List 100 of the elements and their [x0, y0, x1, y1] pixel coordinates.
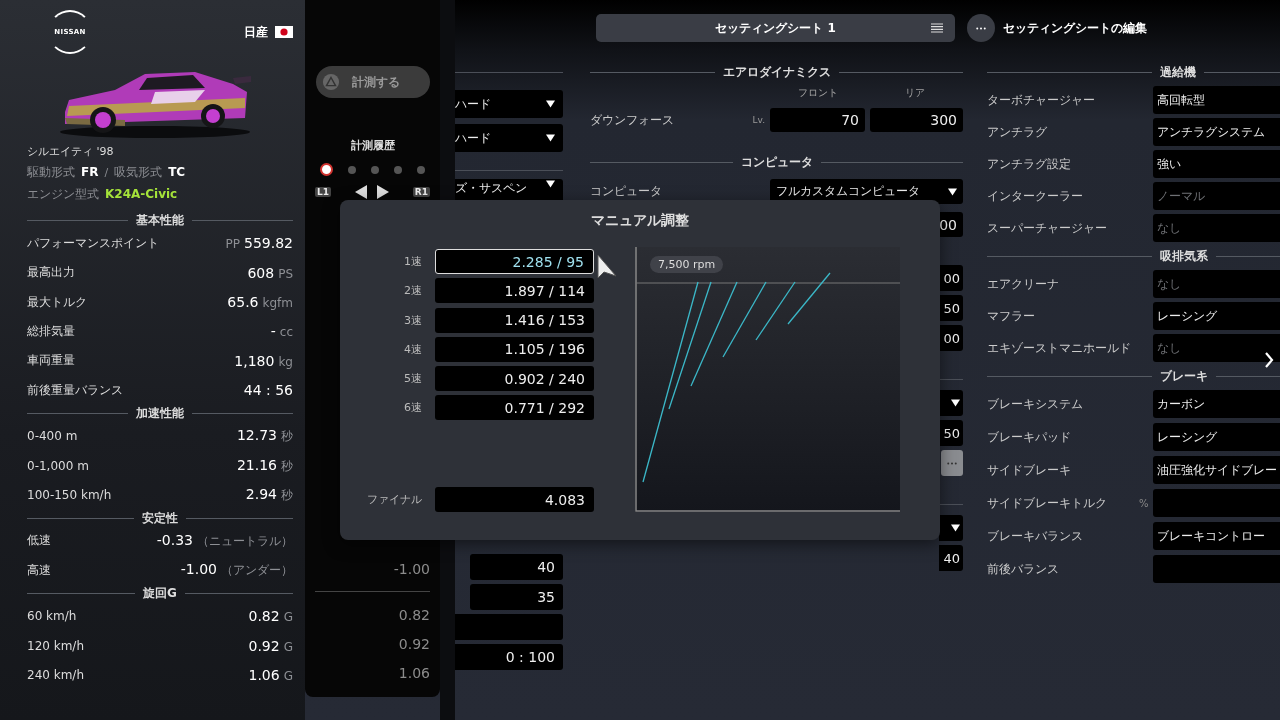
- gear-ratio-field[interactable]: 0.771 / 292: [435, 395, 594, 421]
- input-field[interactable]: 300: [870, 108, 963, 132]
- unit-label: PP: [225, 237, 240, 252]
- unit-label: PS: [278, 266, 293, 281]
- unit-label: kg: [278, 354, 293, 369]
- stat-value: 44 : 56: [243, 382, 293, 399]
- gear-ratio-field[interactable]: 1.416 / 153: [435, 307, 594, 333]
- setting-label: サイドブレーキトルク: [987, 494, 1108, 512]
- setting-value[interactable]: カーボン: [1153, 390, 1280, 418]
- shoulder-key[interactable]: L1: [315, 187, 331, 197]
- more-icon: [947, 461, 957, 465]
- engine-value: K24A-Civic: [105, 187, 178, 201]
- setting-label: ターボチャージャー: [987, 91, 1096, 109]
- caret-icon: [948, 187, 957, 196]
- more-button[interactable]: [941, 450, 963, 476]
- arrow-right-icon[interactable]: [376, 185, 389, 199]
- setting-label: ブレーキパッド: [987, 428, 1072, 446]
- gear-label: 6速: [403, 400, 423, 416]
- dialog-title: マニュアル調整: [590, 211, 690, 230]
- setting-label: コンピュータ: [590, 183, 663, 200]
- setting-label: 前後バランス: [987, 560, 1060, 578]
- setting-value[interactable]: レーシング: [1153, 423, 1280, 451]
- unit-label: kgfm: [262, 296, 293, 311]
- unit-label: 秒: [281, 428, 293, 446]
- stat-value: 2.94: [245, 486, 277, 502]
- setting-value[interactable]: ブレーキコントロー: [1153, 522, 1280, 550]
- chevron-right-icon[interactable]: [1264, 352, 1274, 368]
- stat-value: 12.73: [236, 427, 277, 444]
- section-heading: エアロダイナミクス: [722, 63, 831, 81]
- arrow-left-icon[interactable]: [354, 185, 367, 199]
- input-field[interactable]: 70: [770, 108, 865, 132]
- more-button[interactable]: [967, 14, 995, 42]
- setting-value[interactable]: なし: [1153, 270, 1280, 298]
- stat-label: 車両重量: [27, 352, 75, 370]
- gear-ratio-field[interactable]: 1.897 / 114: [435, 278, 594, 304]
- history-dot[interactable]: [371, 165, 379, 174]
- column-heading: リア: [903, 86, 926, 100]
- setting-value[interactable]: 強い: [1153, 150, 1280, 178]
- measured-value: -1.00: [393, 560, 430, 577]
- stat-value: -1.00: [180, 561, 217, 578]
- measured-value: 1.06: [398, 665, 430, 682]
- setting-value[interactable]: レーシング: [1153, 302, 1280, 330]
- setting-label: ブレーキシステム: [987, 395, 1084, 413]
- input-field[interactable]: 00: [939, 265, 963, 291]
- dropdown[interactable]: ハード: [455, 90, 563, 118]
- menu-icon: [931, 23, 943, 33]
- gear-ratio-field[interactable]: 2.285 / 95: [435, 249, 594, 274]
- setting-label: ダウンフォース: [590, 111, 675, 129]
- shoulder-key[interactable]: R1: [412, 187, 430, 197]
- sheet-selector[interactable]: セッティングシート 1: [596, 14, 955, 42]
- setting-value[interactable]: なし: [1153, 214, 1280, 242]
- section-heading: 加速性能: [136, 404, 184, 422]
- setting-value[interactable]: アンチラグシステム: [1153, 118, 1280, 146]
- setting-label: インタークーラー: [987, 187, 1084, 205]
- history-dot[interactable]: [348, 165, 356, 174]
- input-field[interactable]: 0 : 100: [455, 644, 563, 670]
- stat-value: 0.82: [248, 608, 280, 625]
- input-field[interactable]: 00: [939, 325, 963, 351]
- stat-value: 1.06: [248, 667, 280, 684]
- measure-button[interactable]: 計測する: [315, 66, 430, 98]
- section-heading: 基本性能: [136, 211, 184, 229]
- edit-sheet-label[interactable]: セッティングシートの編集: [1003, 19, 1147, 37]
- input-field[interactable]: 50: [939, 295, 963, 321]
- spec-label: エンジン型式: [27, 186, 99, 203]
- input-field[interactable]: 35: [470, 584, 563, 610]
- history-dot[interactable]: [320, 163, 333, 176]
- setting-label: アンチラグ設定: [987, 155, 1072, 173]
- setting-label: エキゾーストマニホールド: [987, 339, 1132, 357]
- stat-label: 高速: [27, 561, 51, 579]
- gear-ratio-field[interactable]: 1.105 / 196: [435, 336, 594, 362]
- setting-value[interactable]: なし: [1153, 334, 1280, 362]
- maker-name: 日産: [244, 23, 268, 41]
- final-drive-field[interactable]: 4.083: [435, 487, 594, 512]
- column-heading: フロント: [797, 86, 840, 100]
- section-heading: 吸排気系: [1160, 247, 1208, 265]
- input-field[interactable]: 40: [939, 545, 963, 571]
- stat-label: 最大トルク: [27, 293, 87, 311]
- gear-label: ファイナル: [366, 492, 423, 507]
- gear-label: 4速: [403, 341, 423, 357]
- setting-value[interactable]: ノーマル: [1153, 182, 1280, 210]
- dropdown[interactable]: ハード: [455, 124, 563, 152]
- setting-value[interactable]: 高回転型: [1153, 86, 1280, 114]
- history-dot[interactable]: [394, 165, 402, 174]
- dropdown[interactable]: [939, 390, 963, 416]
- setting-value[interactable]: 油圧強化サイドブレー: [1153, 456, 1280, 484]
- stat-value: 21.16: [236, 456, 277, 473]
- input-field[interactable]: 50: [939, 420, 963, 446]
- section-heading: コンピュータ: [740, 153, 813, 171]
- gear-ratio-field[interactable]: 0.902 / 240: [435, 366, 594, 392]
- measured-value: 0.82: [398, 606, 430, 623]
- history-title: 計測履歴: [350, 138, 395, 153]
- input-field[interactable]: [455, 614, 563, 640]
- unit-label: G: [283, 639, 293, 654]
- history-dot[interactable]: [417, 165, 425, 174]
- input-field[interactable]: 40: [470, 554, 563, 580]
- stat-label: 120 km/h: [27, 638, 84, 653]
- unit-label: %: [1139, 497, 1149, 509]
- dropdown[interactable]: [939, 515, 963, 541]
- unit-label: cc: [279, 325, 293, 340]
- unit-label: G: [283, 610, 293, 625]
